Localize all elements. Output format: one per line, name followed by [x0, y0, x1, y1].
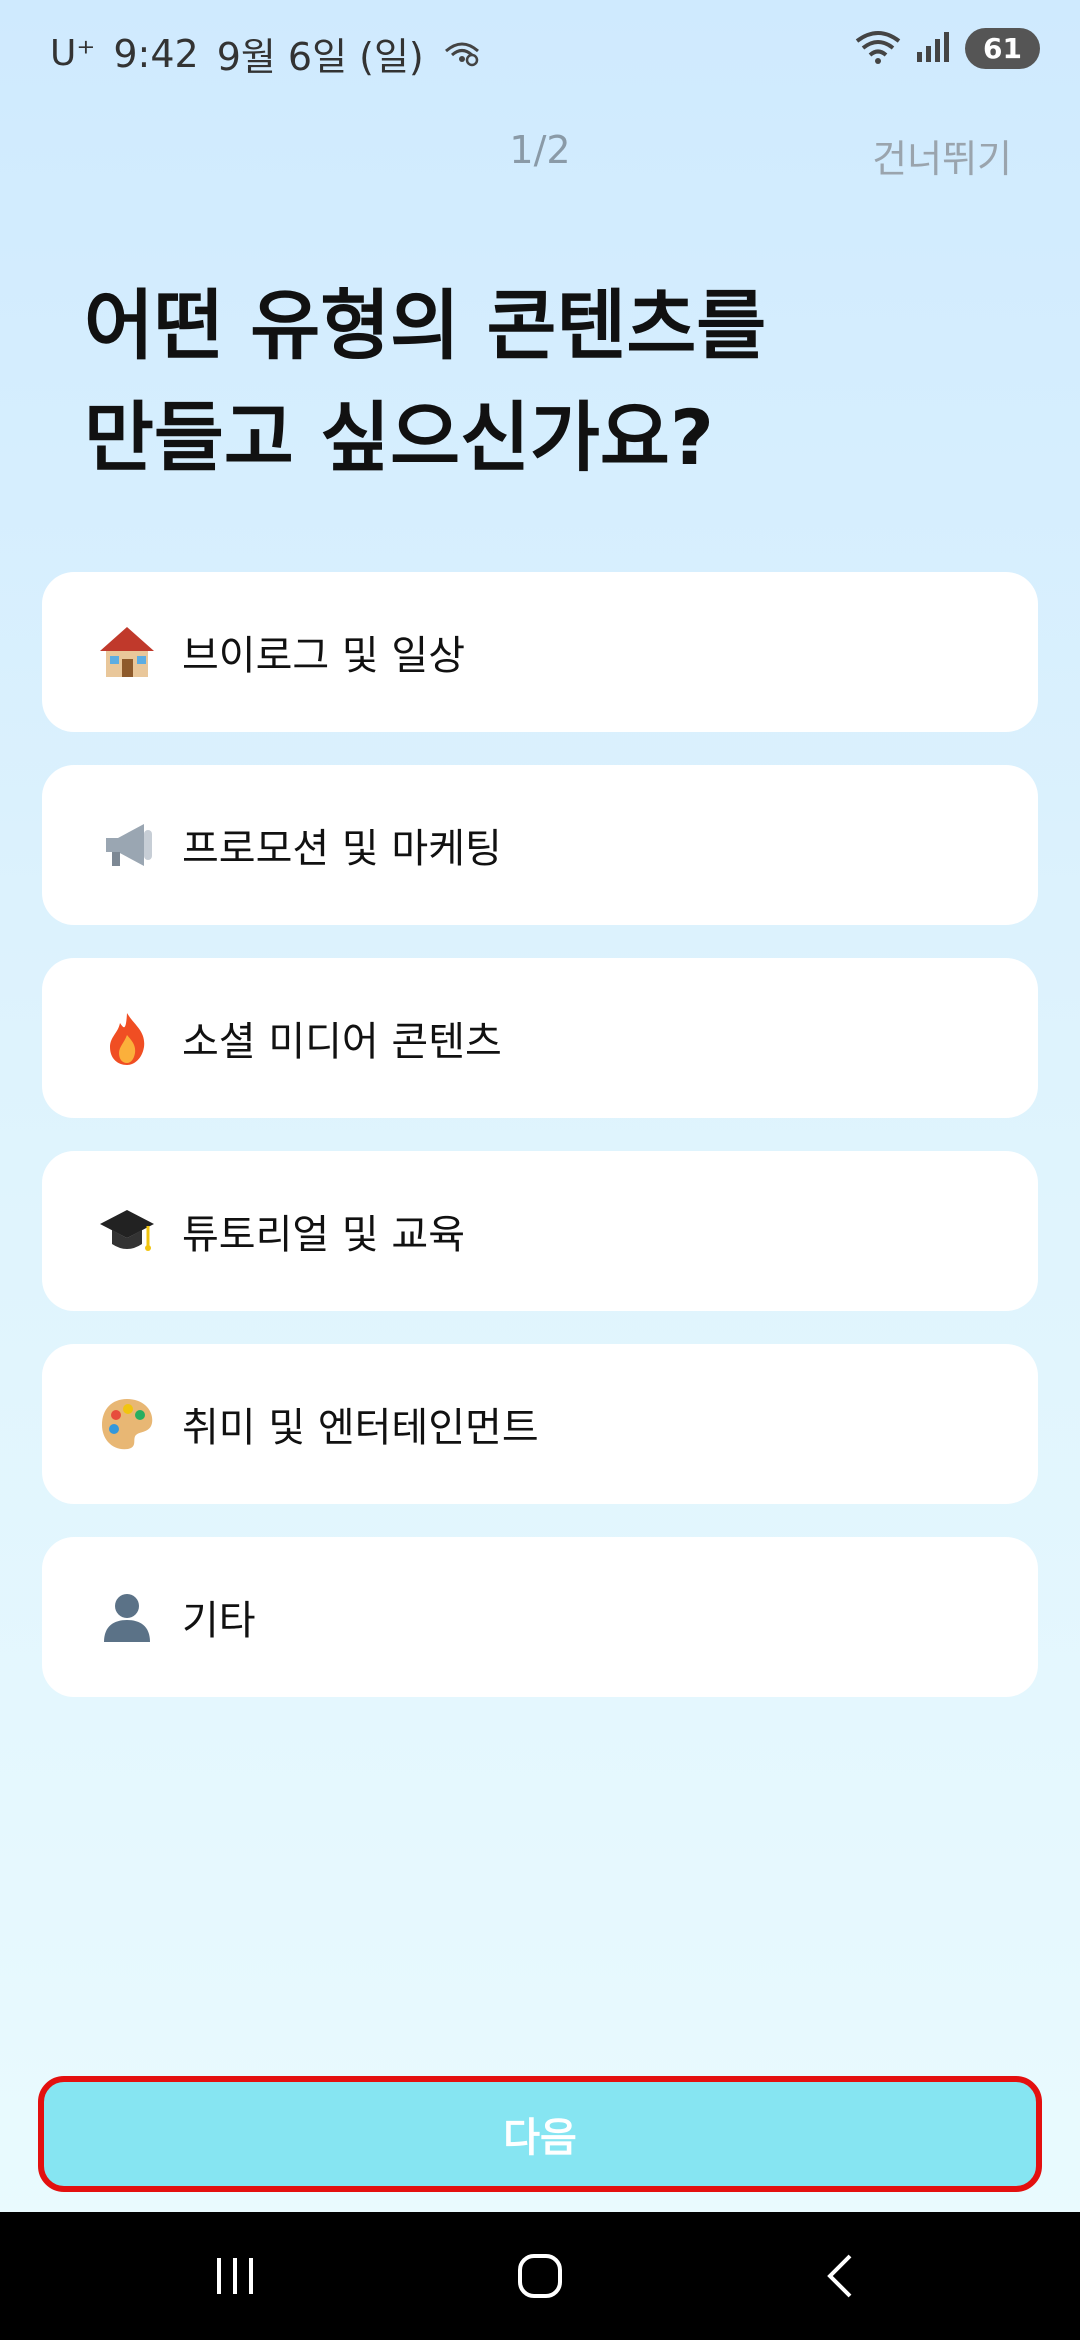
option-hobby[interactable]: 취미 및 엔터테인먼트: [42, 1344, 1038, 1504]
recent-apps-icon[interactable]: [195, 2246, 275, 2306]
back-icon[interactable]: [800, 2246, 880, 2306]
graduation-cap-icon: [92, 1196, 162, 1266]
option-label: 브이로그 및 일상: [182, 633, 466, 679]
option-label: 취미 및 엔터테인먼트: [182, 1405, 539, 1451]
person-icon: [92, 1582, 162, 1652]
next-button[interactable]: 다음: [38, 2076, 1042, 2192]
status-time: 9:42: [113, 31, 199, 76]
option-label: 튜토리얼 및 교육: [182, 1212, 466, 1258]
home-icon[interactable]: [500, 2246, 580, 2306]
option-label: 프로모션 및 마케팅: [182, 826, 502, 872]
megaphone-icon: [92, 810, 162, 880]
option-label: 소셜 미디어 콘텐츠: [182, 1019, 502, 1065]
wifi-icon: [855, 29, 901, 69]
option-tutorial[interactable]: 튜토리얼 및 교육: [42, 1151, 1038, 1311]
skip-button[interactable]: 건너뛰기: [872, 128, 1012, 183]
palette-icon: [92, 1389, 162, 1459]
option-vlog[interactable]: 브이로그 및 일상: [42, 572, 1038, 732]
status-date: 9월 6일 (일): [216, 35, 424, 79]
option-promotion[interactable]: 프로모션 및 마케팅: [42, 765, 1038, 925]
next-button-label: 다음: [503, 2115, 577, 2161]
status-left: U⁺ 9:42 9월 6일 (일): [50, 26, 482, 81]
carrier-label: U⁺: [50, 33, 96, 74]
hotspot-icon: [442, 32, 482, 76]
page-title: 어떤 유형의 콘텐츠를 만들고 싶으신가요?: [84, 281, 767, 482]
content-type-options: 브이로그 및 일상 프로모션 및 마케팅 소셜 미디어 콘텐츠 튜토리얼 및 교…: [42, 572, 1038, 1730]
option-label: 기타: [182, 1598, 256, 1644]
option-social-media[interactable]: 소셜 미디어 콘텐츠: [42, 958, 1038, 1118]
house-icon: [92, 617, 162, 687]
signal-icon: [915, 30, 951, 68]
status-right: 61: [855, 28, 1040, 69]
system-nav-bar: [0, 2212, 1080, 2340]
battery-indicator: 61: [965, 28, 1040, 69]
status-bar: U⁺ 9:42 9월 6일 (일) 61: [0, 0, 1080, 100]
fire-icon: [92, 1003, 162, 1073]
option-other[interactable]: 기타: [42, 1537, 1038, 1697]
